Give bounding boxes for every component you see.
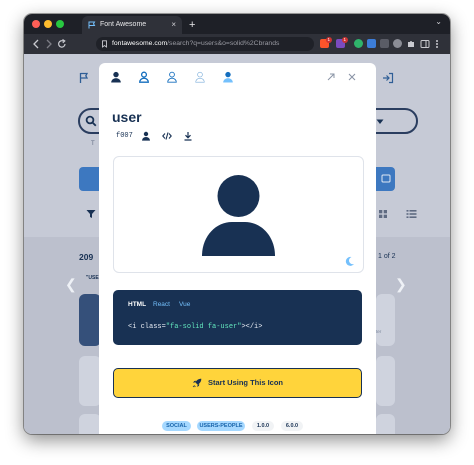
code-tab-vue[interactable]: Vue — [179, 301, 190, 309]
category-badge-social[interactable]: SOCIAL — [162, 421, 191, 431]
result-card[interactable] — [79, 414, 101, 434]
style-tab-thin[interactable] — [194, 71, 206, 83]
tab-bar: Font Awesome × + ⌄ — [24, 14, 450, 34]
maximize-window-button[interactable] — [56, 20, 64, 28]
green-extension-icon[interactable] — [354, 39, 363, 48]
result-card[interactable] — [376, 356, 395, 406]
version-badge: 1.0.0 — [252, 421, 274, 431]
sidebar-icon[interactable] — [420, 39, 430, 49]
code-tag-close: ></i> — [241, 323, 263, 331]
version-badge: 6.0.0 — [281, 421, 303, 431]
new-tab-button[interactable]: + — [189, 16, 195, 34]
rocket-icon — [192, 378, 202, 388]
code-tab-react[interactable]: React — [153, 301, 170, 309]
puzzle-icon[interactable] — [406, 39, 416, 49]
filter-icon[interactable] — [86, 209, 96, 219]
url-host: fontawesome.com — [112, 40, 168, 47]
result-card-label: ter — [376, 329, 382, 334]
style-tabs — [99, 63, 376, 91]
search-icon — [85, 115, 97, 127]
extension-badge: 1 — [342, 37, 348, 43]
url-path: /search?q=users&o=solid%2Cbrands — [167, 40, 280, 47]
sign-in-icon[interactable] — [382, 72, 394, 84]
code-tab-html[interactable]: HTML — [128, 301, 146, 309]
grid-view-icon[interactable] — [378, 209, 388, 219]
flag-icon — [88, 21, 96, 29]
pagination: 1 of 2 — [378, 253, 396, 260]
tab-list-button[interactable]: ⌄ — [435, 17, 442, 26]
tab-font-awesome[interactable]: Font Awesome × — [82, 16, 182, 34]
result-card[interactable] — [376, 414, 395, 434]
browser-window: Font Awesome × + ⌄ fontawesome.com/searc… — [24, 14, 450, 434]
layout-icon — [381, 174, 391, 183]
filter-button[interactable] — [79, 167, 99, 191]
expand-icon[interactable] — [326, 72, 336, 82]
result-card[interactable] — [79, 356, 101, 406]
tab-close-button[interactable]: × — [171, 16, 176, 34]
previous-arrow[interactable]: ❮ — [65, 276, 77, 293]
tab-title: Font Awesome — [100, 21, 147, 28]
settings-icon[interactable] — [393, 39, 402, 48]
icon-preview — [113, 156, 364, 273]
bookmark-icon[interactable] — [101, 40, 108, 48]
forward-icon[interactable] — [44, 38, 53, 50]
code-tag-open: <i class= — [128, 323, 166, 331]
chevron-down-icon[interactable] — [376, 119, 384, 125]
close-icon[interactable] — [347, 72, 357, 82]
extension-badge: 1 — [326, 37, 332, 43]
page-overlay[interactable]: T 209 1 of 2 "USE ❮ ❯ ter user f007 HTML… — [24, 54, 450, 434]
user-glyph-icon[interactable] — [141, 131, 151, 141]
dark-mode-icon[interactable] — [344, 256, 355, 267]
address-bar[interactable]: fontawesome.com/search?q=users&o=solid%2… — [96, 37, 314, 51]
icon-title: user — [112, 109, 142, 125]
page-text-fragment: T — [91, 141, 95, 147]
results-label: "USE — [86, 275, 99, 281]
browser-toolbar: fontawesome.com/search?q=users&o=solid%2… — [24, 34, 450, 54]
download-icon[interactable] — [183, 131, 193, 141]
back-icon[interactable] — [32, 38, 41, 50]
next-arrow[interactable]: ❯ — [395, 276, 407, 293]
results-count: 209 — [79, 252, 94, 262]
user-icon — [202, 175, 275, 256]
result-card[interactable] — [376, 294, 395, 346]
category-badge-users-people[interactable]: USERS-PEOPLE — [197, 421, 245, 431]
list-view-icon[interactable] — [406, 209, 417, 219]
icon-detail-modal: user f007 HTML React Vue <i class="fa-so… — [99, 63, 376, 434]
minimize-window-button[interactable] — [44, 20, 52, 28]
code-snippet-panel: HTML React Vue <i class="fa-solid fa-use… — [113, 290, 362, 345]
style-tab-light[interactable] — [166, 71, 178, 83]
result-card-selected[interactable] — [79, 294, 101, 346]
code-line[interactable]: <i class="fa-solid fa-user"></i> — [128, 323, 262, 331]
start-using-icon-button[interactable]: Start Using This Icon — [113, 368, 362, 398]
style-tab-solid[interactable] — [110, 71, 122, 83]
unicode-value[interactable]: f007 — [116, 130, 133, 142]
style-tab-duotone[interactable] — [222, 71, 234, 83]
flag-icon — [79, 72, 89, 83]
code-class-value: "fa-solid fa-user" — [165, 323, 242, 331]
code-icon[interactable] — [162, 131, 172, 141]
extension-icon[interactable] — [380, 39, 389, 48]
close-window-button[interactable] — [32, 20, 40, 28]
more-menu-icon[interactable] — [434, 38, 440, 50]
extension-icon[interactable] — [367, 39, 376, 48]
start-button-label: Start Using This Icon — [207, 378, 283, 387]
style-tab-regular[interactable] — [138, 71, 150, 83]
reload-icon[interactable] — [57, 38, 67, 50]
